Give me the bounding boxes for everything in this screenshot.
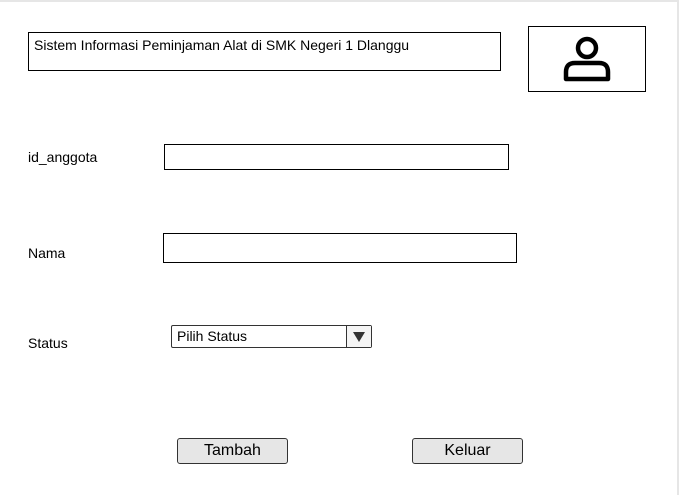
keluar-button[interactable]: Keluar [412,438,523,464]
id-anggota-input[interactable] [164,144,509,170]
triangle-down-icon [353,331,365,342]
avatar [528,26,646,92]
app-title-box: Sistem Informasi Peminjaman Alat di SMK … [28,32,501,71]
nama-input[interactable] [163,233,517,263]
nama-label: Nama [28,245,66,261]
dropdown-arrow-button[interactable] [346,326,371,347]
status-select[interactable]: Pilih Status [171,325,372,348]
user-icon [563,36,611,82]
status-selected-value: Pilih Status [177,328,248,344]
app-title: Sistem Informasi Peminjaman Alat di SMK … [34,37,410,53]
id-anggota-label: id_anggota [28,149,98,165]
status-label: Status [28,335,68,351]
tambah-button[interactable]: Tambah [177,438,288,464]
